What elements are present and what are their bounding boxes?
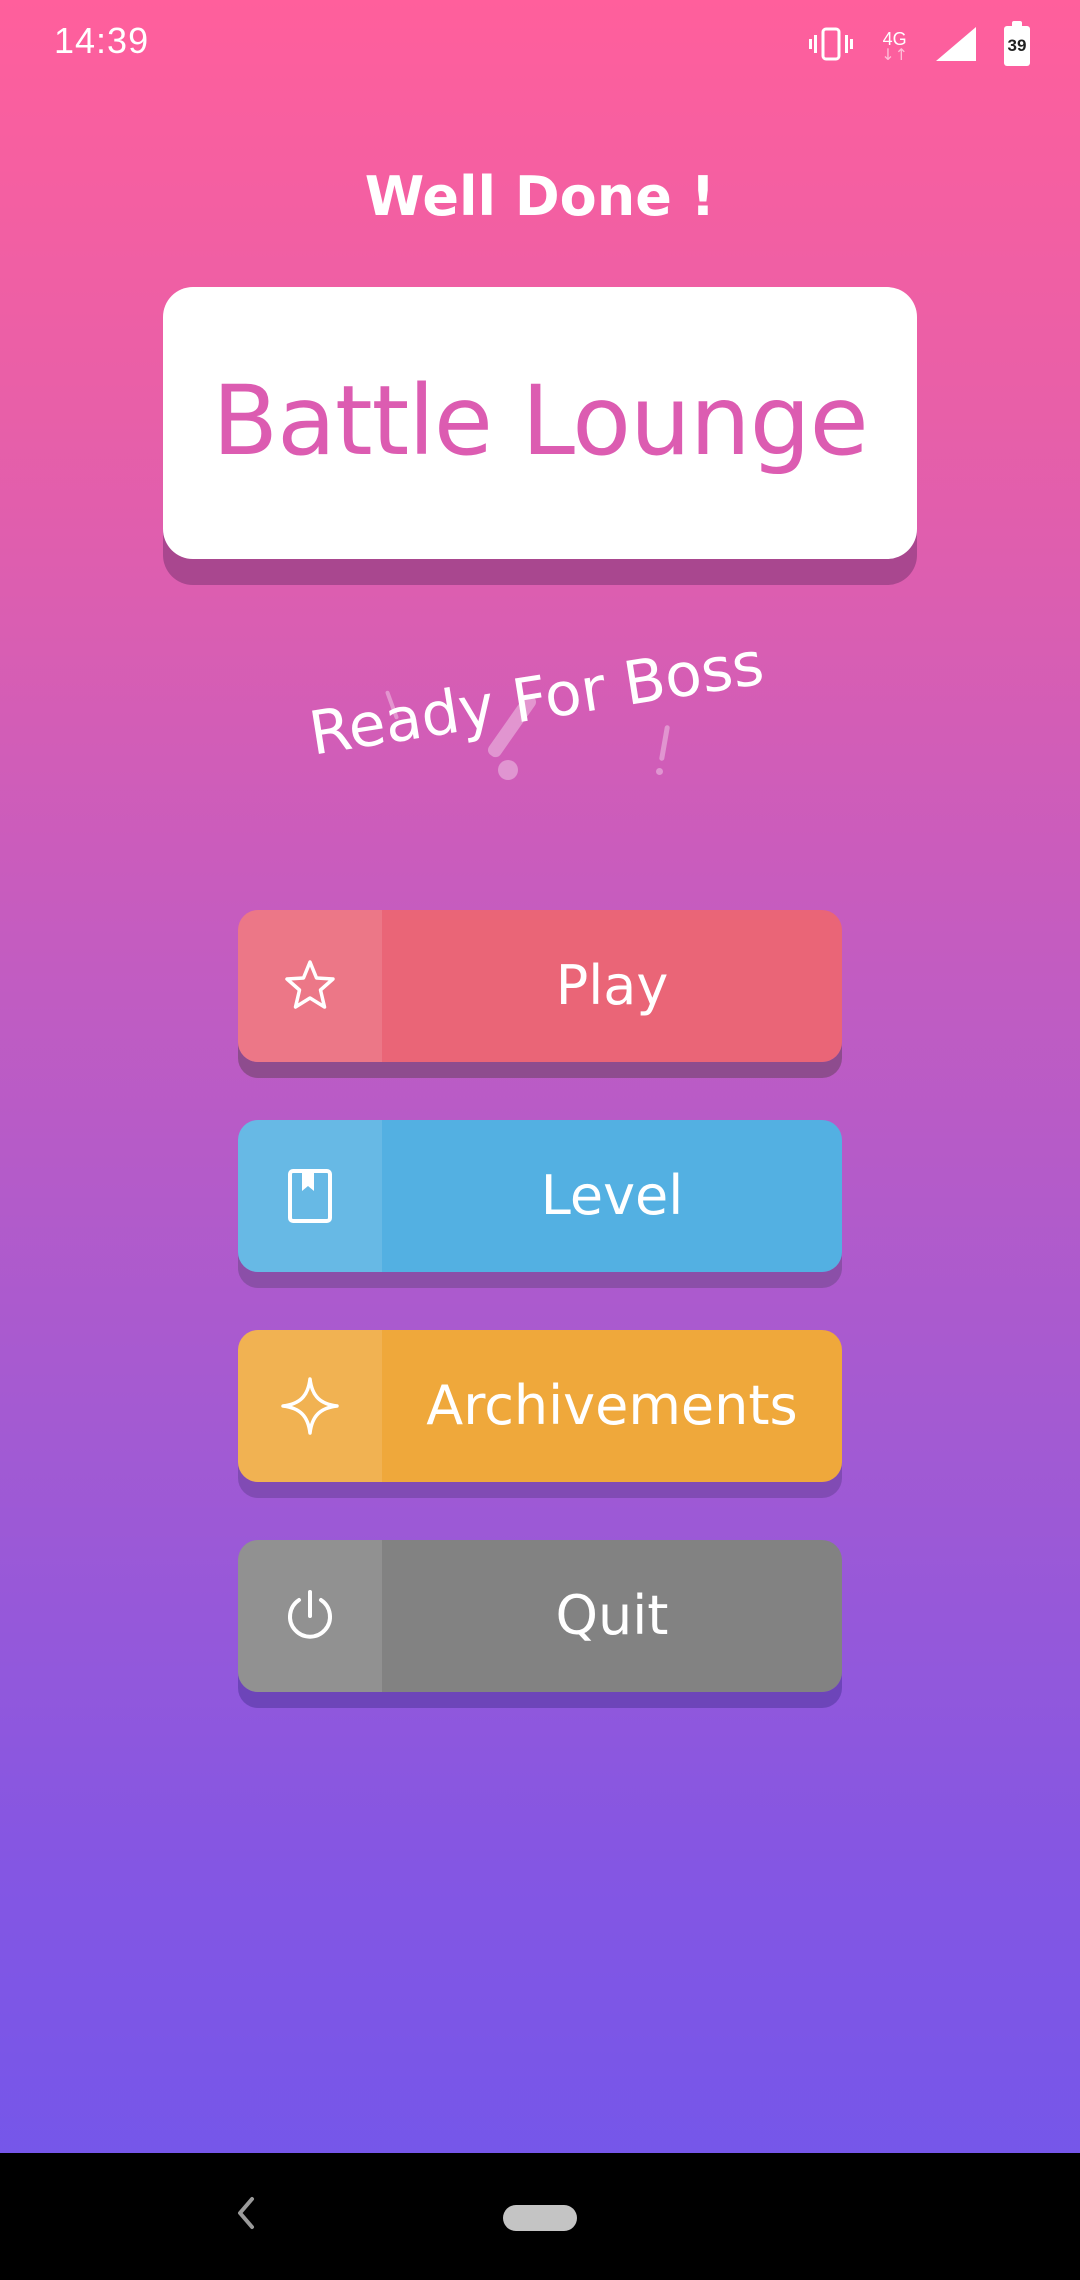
play-button[interactable]: Play: [238, 910, 842, 1062]
subtitle: Ready For Boss: [290, 629, 790, 810]
signal-icon: [936, 27, 976, 65]
main-screen: 14:39 4G ↓↑ 39 Well Done ! Battle Lounge…: [0, 0, 1080, 2280]
network-4g-icon: 4G ↓↑: [881, 30, 908, 64]
back-icon[interactable]: [220, 2183, 270, 2243]
play-button-label: Play: [555, 954, 669, 1017]
achievements-button-label: Archivements: [426, 1374, 798, 1437]
home-pill-button[interactable]: [503, 2205, 577, 2231]
page-title: Well Done !: [364, 165, 716, 228]
subtitle-text: Ready For Boss: [304, 628, 769, 770]
status-bar: 14:39 4G ↓↑ 39: [0, 0, 1080, 92]
logo-card: Battle Lounge: [163, 287, 917, 559]
decoration-mark: [656, 768, 663, 775]
network-arrows: ↓↑: [881, 45, 908, 64]
status-icons: 4G ↓↑ 39: [809, 21, 1030, 70]
book-icon: [238, 1120, 382, 1272]
status-time: 14:39: [54, 20, 150, 61]
battery-level: 39: [1007, 36, 1027, 55]
quit-button[interactable]: Quit: [238, 1540, 842, 1692]
power-icon: [238, 1540, 382, 1692]
achievements-button[interactable]: Archivements: [238, 1330, 842, 1482]
decoration-mark: [498, 760, 518, 780]
battery-icon: 39: [1004, 21, 1030, 66]
level-button-label: Level: [540, 1164, 684, 1227]
level-button[interactable]: Level: [238, 1120, 842, 1272]
decoration-mark: [658, 724, 671, 762]
star-icon: [238, 910, 382, 1062]
quit-button-label: Quit: [555, 1584, 669, 1647]
app-logo-text: Battle Lounge: [212, 365, 868, 477]
vibrate-icon: [809, 27, 854, 65]
sparkle-icon: [238, 1330, 382, 1482]
